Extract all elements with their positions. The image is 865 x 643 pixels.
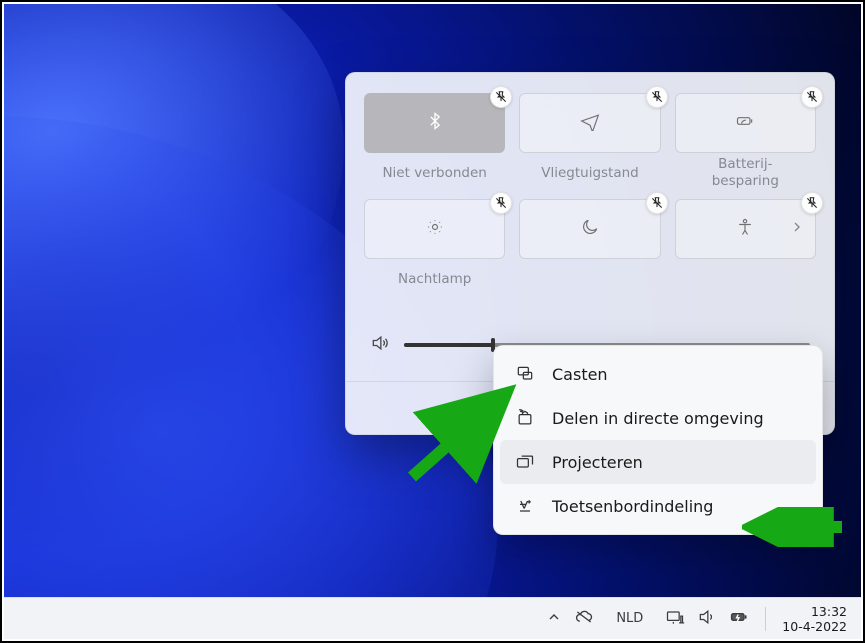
speaker-icon	[697, 607, 717, 631]
clock-date: 10-4-2022	[782, 619, 847, 634]
language-label: NLD	[616, 611, 643, 626]
battery-saver-tile[interactable]	[675, 93, 816, 153]
moon-icon	[580, 217, 600, 241]
night-light-label: Nachtlamp	[396, 259, 473, 299]
clock-time: 13:32	[811, 604, 847, 619]
chevron-up-icon	[546, 609, 562, 629]
menu-item-nearby-share[interactable]: Delen in directe omgeving	[500, 396, 816, 440]
system-tray: NLD 13:32 10-4-2022	[536, 598, 857, 639]
bluetooth-icon	[425, 111, 445, 135]
menu-item-label: Projecteren	[552, 453, 643, 472]
bluetooth-tile[interactable]	[364, 93, 505, 153]
tray-separator	[765, 607, 766, 631]
airplane-icon	[580, 111, 600, 135]
unpin-button[interactable]	[801, 192, 823, 214]
unpin-button[interactable]	[490, 86, 512, 108]
focus-tile[interactable]	[519, 199, 660, 259]
night-light-tile[interactable]	[364, 199, 505, 259]
menu-item-label: Casten	[552, 365, 608, 384]
quick-settings-tray[interactable]	[655, 598, 759, 639]
speaker-icon[interactable]	[370, 333, 390, 357]
bluetooth-label: Niet verbonden	[380, 153, 488, 193]
battery-saver-label: Batterij- besparing	[710, 153, 781, 193]
accessibility-label	[743, 259, 747, 299]
language-indicator[interactable]: NLD	[606, 598, 653, 639]
onedrive-icon	[574, 607, 594, 631]
annotation-arrow	[402, 377, 522, 487]
battery-saver-icon	[735, 111, 755, 135]
unpin-button[interactable]	[646, 86, 668, 108]
chevron-right-icon	[789, 219, 805, 239]
taskbar-clock[interactable]: 13:32 10-4-2022	[772, 604, 857, 634]
unpin-button[interactable]	[490, 192, 512, 214]
taskbar: NLD 13:32 10-4-2022	[4, 597, 861, 639]
night-light-icon	[425, 217, 445, 241]
menu-item-label: Toetsenbordindeling	[552, 497, 713, 516]
menu-item-project[interactable]: Projecteren	[500, 440, 816, 484]
accessibility-icon	[735, 217, 755, 241]
airplane-mode-label: Vliegtuigstand	[539, 153, 641, 193]
quick-settings-tiles: Niet verbonden Vliegtuigstand	[364, 93, 816, 299]
battery-charging-icon	[729, 607, 749, 631]
accessibility-tile[interactable]	[675, 199, 816, 259]
unpin-button[interactable]	[646, 192, 668, 214]
annotation-arrow	[742, 507, 852, 547]
unpin-button[interactable]	[801, 86, 823, 108]
tray-overflow[interactable]	[536, 598, 604, 639]
menu-item-cast[interactable]: Casten	[500, 352, 816, 396]
menu-item-label: Delen in directe omgeving	[552, 409, 764, 428]
airplane-mode-tile[interactable]	[519, 93, 660, 153]
focus-label	[588, 259, 592, 299]
keyboard-layout-icon	[514, 496, 536, 516]
network-icon	[665, 607, 685, 631]
